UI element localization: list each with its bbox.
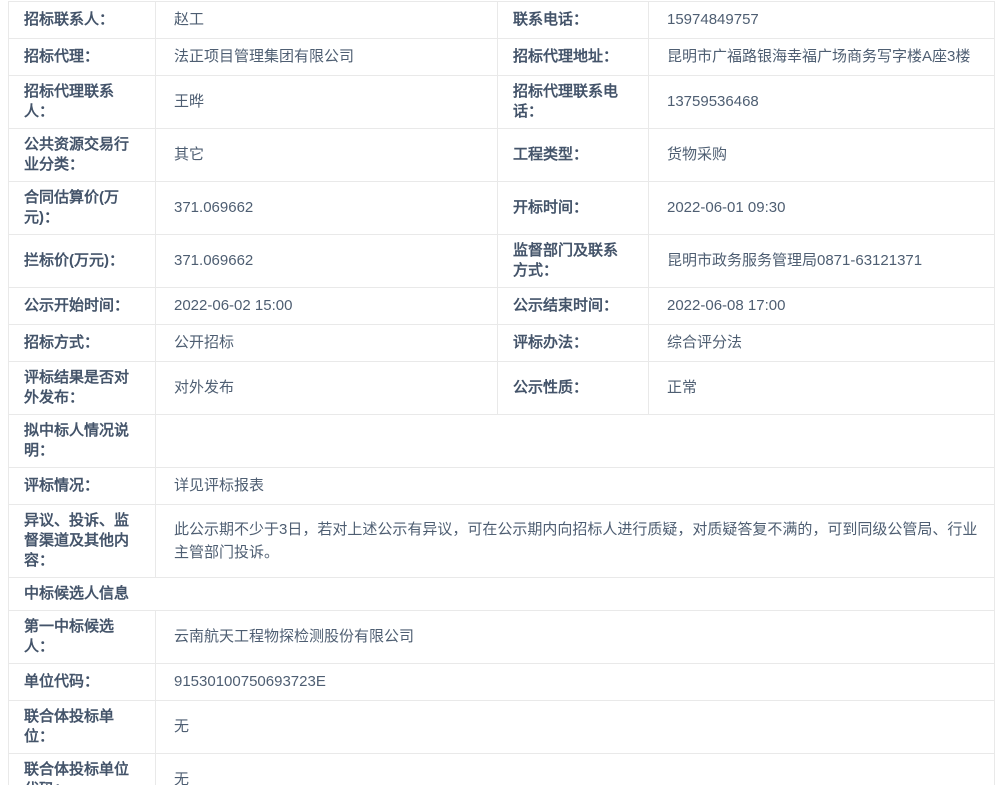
table-row: 拦标价(万元)： 371.069662 监督部门及联系方式： 昆明市政务服务管理… [9,235,995,288]
table-row: 评标情况： 详见评标报表 [9,468,995,505]
field-value-evaluation-method: 综合评分法 [649,325,995,362]
bid-info-table: 招标联系人： 赵工 联系电话： 15974849757 招标代理： 法正项目管理… [8,1,995,785]
field-value-contact-phone: 15974849757 [649,2,995,39]
table-row: 招标联系人： 赵工 联系电话： 15974849757 [9,2,995,39]
table-row: 招标代理联系人： 王晔 招标代理联系电话： 13759536468 [9,76,995,129]
field-label-result-published: 评标结果是否对外发布： [9,362,156,415]
field-value-evaluation-status: 详见评标报表 [156,468,995,505]
field-label-first-candidate: 第一中标候选人： [9,611,156,664]
field-label-supervision-dept: 监督部门及联系方式： [498,235,649,288]
section-header-row: 中标候选人信息 [9,578,995,611]
field-label-bid-contact: 招标联系人： [9,2,156,39]
field-label-contract-estimate: 合同估算价(万元)： [9,182,156,235]
table-row: 异议、投诉、监督渠道及其他内容： 此公示期不少于3日，若对上述公示有异议，可在公… [9,505,995,578]
field-label-proposed-winner-note: 拟中标人情况说明： [9,415,156,468]
field-label-evaluation-status: 评标情况： [9,468,156,505]
table-row: 合同估算价(万元)： 371.069662 开标时间： 2022-06-01 0… [9,182,995,235]
field-value-proposed-winner-note [156,415,995,468]
field-value-industry-category: 其它 [156,129,498,182]
bid-announcement-page: 招标联系人： 赵工 联系电话： 15974849757 招标代理： 法正项目管理… [0,0,1000,785]
field-label-agency-contact: 招标代理联系人： [9,76,156,129]
table-row: 招标代理： 法正项目管理集团有限公司 招标代理地址： 昆明市广福路银海幸福广场商… [9,39,995,76]
table-row: 公示开始时间： 2022-06-02 15:00 公示结束时间： 2022-06… [9,288,995,325]
field-label-project-type: 工程类型： [498,129,649,182]
field-value-result-published: 对外发布 [156,362,498,415]
field-value-publicity-nature: 正常 [649,362,995,415]
field-label-consortium-unit: 联合体投标单位： [9,701,156,754]
field-label-bid-method: 招标方式： [9,325,156,362]
table-row: 招标方式： 公开招标 评标办法： 综合评分法 [9,325,995,362]
field-label-agency: 招标代理： [9,39,156,76]
field-value-agency-address: 昆明市广福路银海幸福广场商务写字楼A座3楼 [649,39,995,76]
table-row: 单位代码： 91530100750693723E [9,664,995,701]
field-value-unit-code: 91530100750693723E [156,664,995,701]
field-label-industry-category: 公共资源交易行业分类： [9,129,156,182]
field-label-contact-phone: 联系电话： [498,2,649,39]
field-label-publicity-end: 公示结束时间： [498,288,649,325]
field-value-consortium-unit: 无 [156,701,995,754]
field-label-evaluation-method: 评标办法： [498,325,649,362]
table-row: 联合体投标单位： 无 [9,701,995,754]
field-value-agency-phone: 13759536468 [649,76,995,129]
field-label-objection-channel: 异议、投诉、监督渠道及其他内容： [9,505,156,578]
field-value-first-candidate: 云南航天工程物探检测股份有限公司 [156,611,995,664]
field-label-ceiling-price: 拦标价(万元)： [9,235,156,288]
field-value-agency-contact: 王晔 [156,76,498,129]
field-value-bid-contact: 赵工 [156,2,498,39]
field-value-objection-channel: 此公示期不少于3日，若对上述公示有异议，可在公示期内向招标人进行质疑，对质疑答复… [156,505,995,578]
field-label-agency-phone: 招标代理联系电话： [498,76,649,129]
field-value-publicity-start: 2022-06-02 15:00 [156,288,498,325]
field-value-agency: 法正项目管理集团有限公司 [156,39,498,76]
field-value-project-type: 货物采购 [649,129,995,182]
table-row: 公共资源交易行业分类： 其它 工程类型： 货物采购 [9,129,995,182]
table-row: 联合体投标单位代码： 无 [9,754,995,785]
field-label-unit-code: 单位代码： [9,664,156,701]
field-label-consortium-unit-code: 联合体投标单位代码： [9,754,156,785]
section-header-candidates: 中标候选人信息 [9,578,995,611]
field-value-publicity-end: 2022-06-08 17:00 [649,288,995,325]
table-row: 第一中标候选人： 云南航天工程物探检测股份有限公司 [9,611,995,664]
field-label-agency-address: 招标代理地址： [498,39,649,76]
field-value-consortium-unit-code: 无 [156,754,995,785]
table-row: 拟中标人情况说明： [9,415,995,468]
table-row: 评标结果是否对外发布： 对外发布 公示性质： 正常 [9,362,995,415]
field-value-supervision-dept: 昆明市政务服务管理局0871-63121371 [649,235,995,288]
field-label-open-time: 开标时间： [498,182,649,235]
field-label-publicity-nature: 公示性质： [498,362,649,415]
field-value-bid-method: 公开招标 [156,325,498,362]
field-value-ceiling-price: 371.069662 [156,235,498,288]
field-value-contract-estimate: 371.069662 [156,182,498,235]
field-label-publicity-start: 公示开始时间： [9,288,156,325]
field-value-open-time: 2022-06-01 09:30 [649,182,995,235]
